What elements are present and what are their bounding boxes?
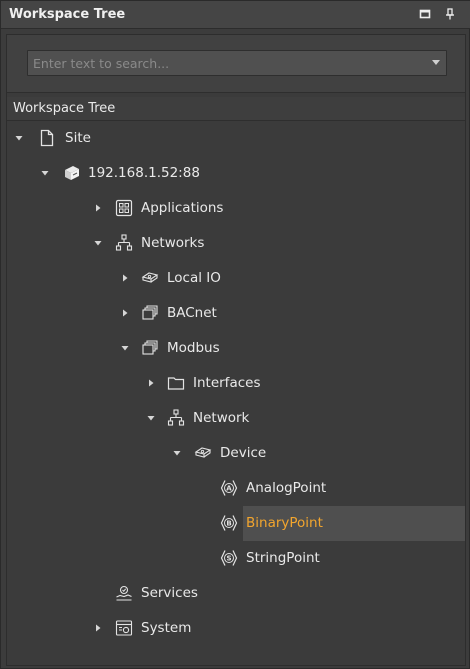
panel-titlebar: Workspace Tree bbox=[1, 1, 470, 29]
tree-item-label: Modbus bbox=[167, 340, 220, 356]
stack-icon bbox=[142, 305, 158, 320]
string-point-icon: S bbox=[220, 550, 238, 566]
tree-item-label: BinaryPoint bbox=[246, 515, 323, 531]
device-icon bbox=[194, 447, 212, 458]
expanded-arrow-icon[interactable] bbox=[120, 343, 130, 353]
analog-point-icon: A bbox=[220, 480, 238, 496]
workspace-tree-panel: Workspace Tree Workspace Tree bbox=[0, 0, 470, 669]
folder-icon bbox=[167, 377, 185, 390]
collapsed-arrow-icon[interactable] bbox=[93, 203, 103, 213]
tree-item-binary-point[interactable]: B BinaryPoint bbox=[7, 506, 465, 541]
tree-item-services[interactable]: Services bbox=[7, 576, 465, 611]
expanded-arrow-icon[interactable] bbox=[14, 133, 24, 143]
panel-title: Workspace Tree bbox=[9, 7, 126, 22]
server-icon bbox=[65, 166, 79, 180]
tree-item-label: BACnet bbox=[167, 305, 217, 321]
tree-item-label: Site bbox=[65, 130, 91, 146]
collapsed-arrow-icon[interactable] bbox=[146, 378, 156, 388]
tree-item-label: System bbox=[141, 620, 192, 636]
tree-item-site[interactable]: Site bbox=[7, 121, 465, 156]
services-icon bbox=[116, 585, 132, 601]
file-icon bbox=[40, 129, 54, 147]
tree-item-device[interactable]: Device bbox=[7, 436, 465, 471]
tree-item-networks[interactable]: Networks bbox=[7, 226, 465, 261]
tree-item-modbus[interactable]: Modbus bbox=[7, 331, 465, 366]
tree-item-string-point[interactable]: S StringPoint bbox=[7, 541, 465, 576]
maximize-icon[interactable] bbox=[419, 8, 431, 20]
search-input[interactable] bbox=[28, 51, 418, 75]
tree-item-applications[interactable]: Applications bbox=[7, 191, 465, 226]
tree-item-label: Local IO bbox=[167, 270, 221, 286]
tree-item-local-io[interactable]: Local IO bbox=[7, 261, 465, 296]
system-icon bbox=[115, 620, 133, 636]
tree-container: Workspace Tree Site 1 bbox=[6, 34, 466, 666]
dropdown-arrow-icon[interactable] bbox=[432, 60, 440, 65]
tree-item-analog-point[interactable]: A AnalogPoint bbox=[7, 471, 465, 506]
expanded-arrow-icon[interactable] bbox=[93, 238, 103, 248]
collapsed-arrow-icon[interactable] bbox=[93, 623, 103, 633]
network-icon bbox=[115, 234, 133, 251]
tree-item-label: Device bbox=[220, 445, 267, 461]
tree-item-label: Interfaces bbox=[193, 375, 261, 391]
tree-item-bacnet[interactable]: BACnet bbox=[7, 296, 465, 331]
pin-icon[interactable] bbox=[444, 8, 456, 20]
tree-item-label: Networks bbox=[141, 235, 205, 251]
expanded-arrow-icon[interactable] bbox=[40, 168, 50, 178]
tree-item-label: Applications bbox=[141, 200, 224, 216]
tree-item-server[interactable]: 192.168.1.52:88 bbox=[7, 156, 465, 191]
collapsed-arrow-icon[interactable] bbox=[120, 308, 130, 318]
search-box[interactable] bbox=[27, 50, 447, 76]
stack-icon bbox=[142, 340, 158, 355]
tree-item-label: Network bbox=[193, 410, 250, 426]
tree-item-label: StringPoint bbox=[246, 550, 320, 566]
search-bar bbox=[7, 35, 465, 93]
tree-item-label: Services bbox=[141, 585, 198, 601]
binary-point-icon: B bbox=[220, 515, 238, 531]
tree-header: Workspace Tree bbox=[7, 97, 465, 121]
tree-item-network[interactable]: Network bbox=[7, 401, 465, 436]
tree-item-label: AnalogPoint bbox=[246, 480, 327, 496]
tree-item-label: 192.168.1.52:88 bbox=[88, 165, 200, 181]
collapsed-arrow-icon[interactable] bbox=[120, 273, 130, 283]
expanded-arrow-icon[interactable] bbox=[172, 448, 182, 458]
device-icon bbox=[141, 272, 159, 283]
tree-item-interfaces[interactable]: Interfaces bbox=[7, 366, 465, 401]
svg-text:S: S bbox=[226, 555, 231, 563]
network-icon bbox=[167, 409, 185, 426]
tree-item-system[interactable]: System bbox=[7, 611, 465, 646]
applications-icon bbox=[115, 199, 133, 217]
svg-text:B: B bbox=[226, 520, 231, 528]
svg-text:A: A bbox=[226, 485, 232, 493]
expanded-arrow-icon[interactable] bbox=[146, 413, 156, 423]
